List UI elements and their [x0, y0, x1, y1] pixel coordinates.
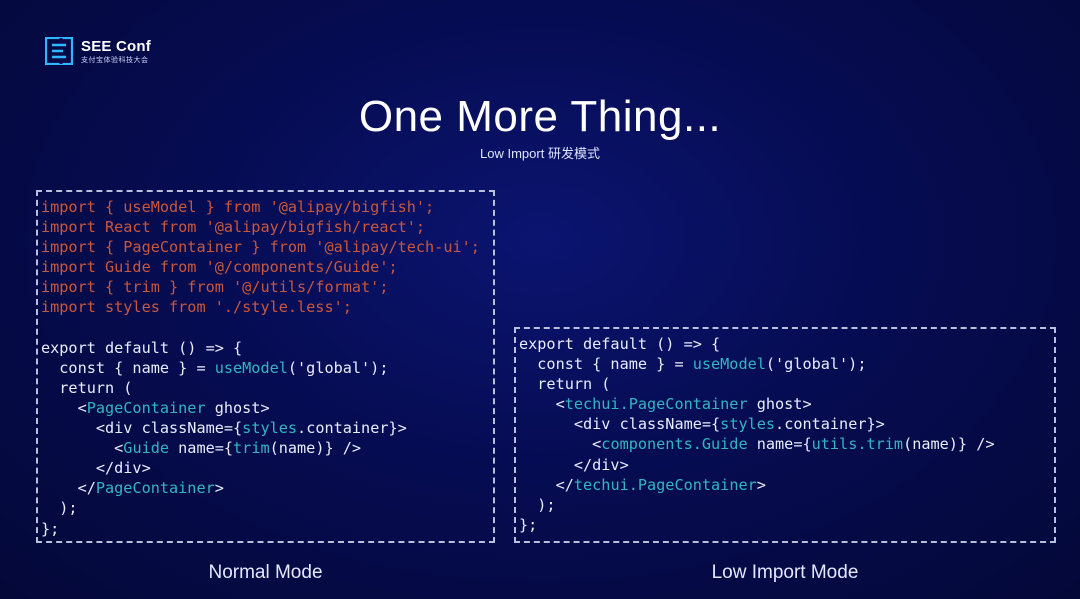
- code-line: import { PageContainer } from '@alipay/t…: [41, 238, 480, 257]
- code-token: <: [519, 395, 565, 414]
- code-line: </techui.PageContainer>: [519, 475, 995, 495]
- code-token-highlight: utils.trim: [811, 435, 904, 454]
- code-token: >: [214, 479, 224, 498]
- low-import-mode-code-box: export default () => { const { name } = …: [514, 327, 1056, 543]
- code-line: );: [519, 495, 556, 514]
- code-token-highlight: useModel: [692, 355, 766, 374]
- code-token: (name)} />: [903, 435, 995, 454]
- code-line: <PageContainer ghost>: [41, 398, 480, 418]
- code-token: </: [519, 475, 574, 494]
- code-line: export default () => {: [41, 338, 243, 357]
- slide-subtitle: Low Import 研发模式: [480, 146, 600, 161]
- code-token-highlight: trim: [233, 439, 270, 458]
- code-line: <techui.PageContainer ghost>: [519, 394, 995, 414]
- code-token-highlight: styles: [242, 419, 298, 438]
- code-token-highlight: useModel: [214, 358, 288, 377]
- code-token: <: [519, 435, 602, 454]
- code-line: const { name } = useModel('global');: [41, 358, 480, 378]
- code-line: };: [41, 519, 60, 538]
- code-line: </div>: [519, 455, 629, 474]
- code-token: .container}>: [297, 419, 407, 438]
- code-line: export default () => {: [519, 335, 721, 353]
- low-import-mode-code: export default () => { const { name } = …: [519, 334, 995, 535]
- code-line: import React from '@alipay/bigfish/react…: [41, 218, 426, 237]
- code-token-highlight: techui.PageContainer: [564, 395, 748, 414]
- code-token: <div className={: [41, 419, 243, 438]
- code-line: <components.Guide name={utils.trim(name)…: [519, 434, 995, 454]
- code-token-highlight: styles: [720, 415, 776, 434]
- code-token: ('global');: [765, 355, 867, 374]
- code-line: import { useModel } from '@alipay/bigfis…: [41, 198, 435, 216]
- code-token: const { name } =: [41, 358, 215, 377]
- slide-title: One More Thing...: [358, 92, 722, 141]
- see-conf-logo-icon: [45, 37, 73, 65]
- logo-title: SEE Conf: [81, 37, 151, 55]
- code-token-highlight: components.Guide: [601, 435, 748, 454]
- logo-text: SEE Conf 支付宝体验科技大会: [81, 39, 151, 64]
- code-line: <div className={styles.container}>: [519, 414, 995, 434]
- normal-mode-code: import { useModel } from '@alipay/bigfis…: [41, 197, 480, 539]
- code-line: );: [41, 499, 78, 518]
- code-token: <: [41, 398, 87, 417]
- code-line: return (: [519, 375, 611, 394]
- code-token: </: [41, 479, 96, 498]
- code-token: <: [41, 439, 124, 458]
- code-token: <div className={: [519, 415, 721, 434]
- normal-mode-code-box: import { useModel } from '@alipay/bigfis…: [36, 190, 495, 543]
- code-line: </PageContainer>: [41, 478, 480, 498]
- conference-logo: SEE Conf 支付宝体验科技大会: [45, 37, 151, 65]
- code-line: import Guide from '@/components/Guide';: [41, 258, 398, 277]
- code-token-highlight: PageContainer: [86, 398, 206, 417]
- code-token-highlight: Guide: [123, 439, 170, 458]
- code-line: const { name } = useModel('global');: [519, 354, 995, 374]
- code-line: <div className={styles.container}>: [41, 418, 480, 438]
- code-line: return (: [41, 378, 133, 397]
- code-token: ghost>: [747, 395, 812, 414]
- code-token: name={: [169, 439, 234, 458]
- code-line: import styles from './style.less';: [41, 298, 352, 317]
- code-line: <Guide name={trim(name)} />: [41, 438, 480, 458]
- code-token-highlight: techui.PageContainer: [573, 475, 757, 494]
- code-token: .container}>: [775, 415, 885, 434]
- code-token: >: [756, 475, 766, 494]
- low-import-mode-caption: Low Import Mode: [711, 562, 859, 583]
- code-token: const { name } =: [519, 355, 693, 374]
- code-line: </div>: [41, 459, 151, 478]
- code-line: import { trim } from '@/utils/format';: [41, 278, 389, 297]
- code-token: ('global');: [287, 358, 389, 377]
- code-token: (name)} />: [269, 439, 362, 458]
- code-token: ghost>: [205, 398, 270, 417]
- code-line: };: [519, 515, 538, 534]
- logo-subtitle: 支付宝体验科技大会: [81, 56, 149, 64]
- code-token: name={: [747, 435, 812, 454]
- normal-mode-caption: Normal Mode: [208, 562, 323, 583]
- code-token-highlight: PageContainer: [95, 479, 215, 498]
